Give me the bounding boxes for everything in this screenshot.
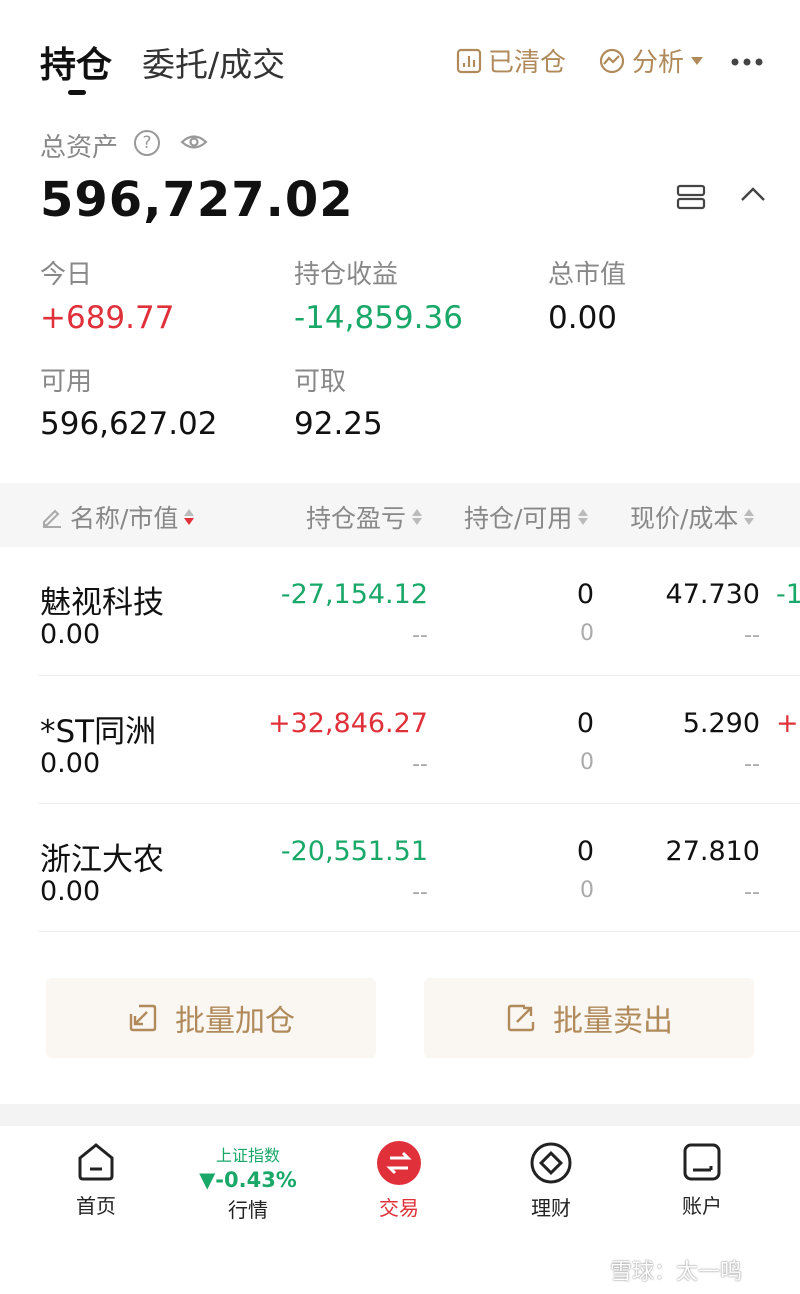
withdrawable-value: 92.25 xyxy=(294,406,383,442)
name-header-label: 名称/市值 xyxy=(70,504,179,533)
stock-pl: -20,551.51 xyxy=(280,836,428,867)
active-tab-indicator xyxy=(68,90,86,95)
nav-wealth-label: 理财 xyxy=(531,1196,571,1220)
eye-icon[interactable] xyxy=(180,131,208,157)
stock-cost: -- xyxy=(744,623,760,648)
batch-sell-button[interactable]: 批量卖出 xyxy=(424,978,754,1058)
stock-cost: -- xyxy=(744,752,760,777)
pl-header-label: 持仓盈亏 xyxy=(306,504,407,533)
stock-holding: 0 xyxy=(576,579,594,610)
tab-orders-trades[interactable]: 委托/成交 xyxy=(142,38,285,86)
edit-icon xyxy=(43,509,61,528)
holding-header-label: 持仓/可用 xyxy=(464,504,573,533)
stock-price: 27.810 xyxy=(665,836,760,867)
nav-market[interactable]: 上证指数 ▼-0.43% 行情 xyxy=(173,1142,323,1223)
position-pl-label: 持仓收益 xyxy=(294,260,399,290)
table-row[interactable]: 魅视科技 0.00 -27,154.12 -- 0 0 47.730 -- -1 xyxy=(0,547,800,675)
market-index-name: 上证指数 xyxy=(215,1146,280,1165)
nav-home[interactable]: 首页 xyxy=(21,1140,171,1219)
nav-account-label: 账户 xyxy=(682,1194,722,1218)
sort-arrows-icon xyxy=(578,509,589,525)
stock-pl: +32,846.27 xyxy=(267,708,428,739)
batch-add-label: 批量加仓 xyxy=(175,1004,295,1039)
nav-wealth[interactable]: 理财 xyxy=(476,1140,626,1221)
batch-add-button[interactable]: 批量加仓 xyxy=(46,978,376,1058)
stock-available: 0 xyxy=(580,878,594,903)
chevron-up-icon[interactable] xyxy=(740,186,766,206)
sort-position-pl[interactable]: 持仓盈亏 xyxy=(306,499,423,535)
nav-home-label: 首页 xyxy=(76,1194,116,1218)
total-assets-value: 596,727.02 xyxy=(40,172,354,228)
account-icon xyxy=(683,1143,721,1181)
stock-pl-sub: -- xyxy=(412,752,428,777)
bar-chart-icon xyxy=(456,48,482,73)
nav-account[interactable]: 账户 xyxy=(627,1140,777,1219)
stock-market-value: 0.00 xyxy=(40,876,101,907)
stock-cost: -- xyxy=(744,880,760,905)
table-row[interactable]: 浙江大农 0.00 -20,551.51 -- 0 0 27.810 -- xyxy=(0,804,800,932)
stock-name: 浙江大农 xyxy=(40,842,164,878)
stock-price: 5.290 xyxy=(682,708,760,739)
stock-extra-column: +1 xyxy=(776,708,800,739)
nav-market-label: 行情 xyxy=(228,1198,268,1222)
sort-arrows-icon xyxy=(412,509,423,525)
stock-available: 0 xyxy=(580,621,594,646)
tab-positions[interactable]: 持仓 xyxy=(40,36,112,88)
available-label: 可用 xyxy=(40,367,93,397)
wealth-icon xyxy=(530,1142,572,1184)
stock-name: 魅视科技 xyxy=(40,585,164,621)
stock-market-value: 0.00 xyxy=(40,748,101,779)
available-value: 596,627.02 xyxy=(40,406,218,442)
help-icon[interactable]: ? xyxy=(134,130,160,156)
analysis-icon xyxy=(599,48,625,73)
watermark: 雪球：太一鸣 xyxy=(610,1260,743,1285)
layout-toggle-icon[interactable] xyxy=(676,184,706,214)
stock-extra-column: -1 xyxy=(776,579,800,610)
withdrawable-label: 可取 xyxy=(294,367,347,397)
stock-holding: 0 xyxy=(576,708,594,739)
price-header-label: 现价/成本 xyxy=(630,504,739,533)
stock-price: 47.730 xyxy=(665,579,760,610)
market-value-label: 总市值 xyxy=(548,260,627,290)
stock-pl-sub: -- xyxy=(412,623,428,648)
analysis-dropdown[interactable]: 分析 xyxy=(598,42,704,79)
cleared-positions-button[interactable]: 已清仓 xyxy=(456,42,566,79)
add-position-icon xyxy=(129,1004,157,1032)
more-icon[interactable] xyxy=(730,40,764,75)
nav-trade-label: 交易 xyxy=(379,1196,419,1220)
sort-price-cost[interactable]: 现价/成本 xyxy=(630,499,755,535)
today-label: 今日 xyxy=(40,260,93,290)
table-row[interactable]: *ST同洲 0.00 +32,846.27 -- 0 0 5.290 -- +1 xyxy=(0,676,800,804)
today-value: +689.77 xyxy=(40,300,175,336)
stock-pl-sub: -- xyxy=(412,880,428,905)
stock-pl: -27,154.12 xyxy=(280,579,428,610)
total-assets-label: 总资产 xyxy=(40,133,119,163)
sell-position-icon xyxy=(507,1004,535,1032)
market-value: 0.00 xyxy=(548,300,618,336)
stock-holding: 0 xyxy=(576,836,594,867)
stock-market-value: 0.00 xyxy=(40,619,101,650)
analysis-label: 分析 xyxy=(632,48,685,78)
section-divider xyxy=(0,1104,800,1126)
sort-holding-available[interactable]: 持仓/可用 xyxy=(464,499,589,535)
nav-trade[interactable]: 交易 xyxy=(324,1140,474,1221)
caret-down-icon xyxy=(691,56,704,65)
sort-name-marketvalue[interactable]: 名称/市值 xyxy=(40,499,195,535)
row-divider xyxy=(38,931,800,932)
sort-arrows-icon xyxy=(744,509,755,525)
position-pl-value: -14,859.36 xyxy=(294,300,463,336)
cleared-label: 已清仓 xyxy=(488,48,567,78)
home-icon xyxy=(78,1143,114,1181)
stock-name: *ST同洲 xyxy=(40,714,157,750)
stock-available: 0 xyxy=(580,750,594,775)
market-index-change: ▼-0.43% xyxy=(199,1168,297,1192)
batch-sell-label: 批量卖出 xyxy=(553,1004,673,1039)
trade-exchange-icon xyxy=(377,1141,421,1185)
sort-arrows-icon xyxy=(184,509,195,525)
